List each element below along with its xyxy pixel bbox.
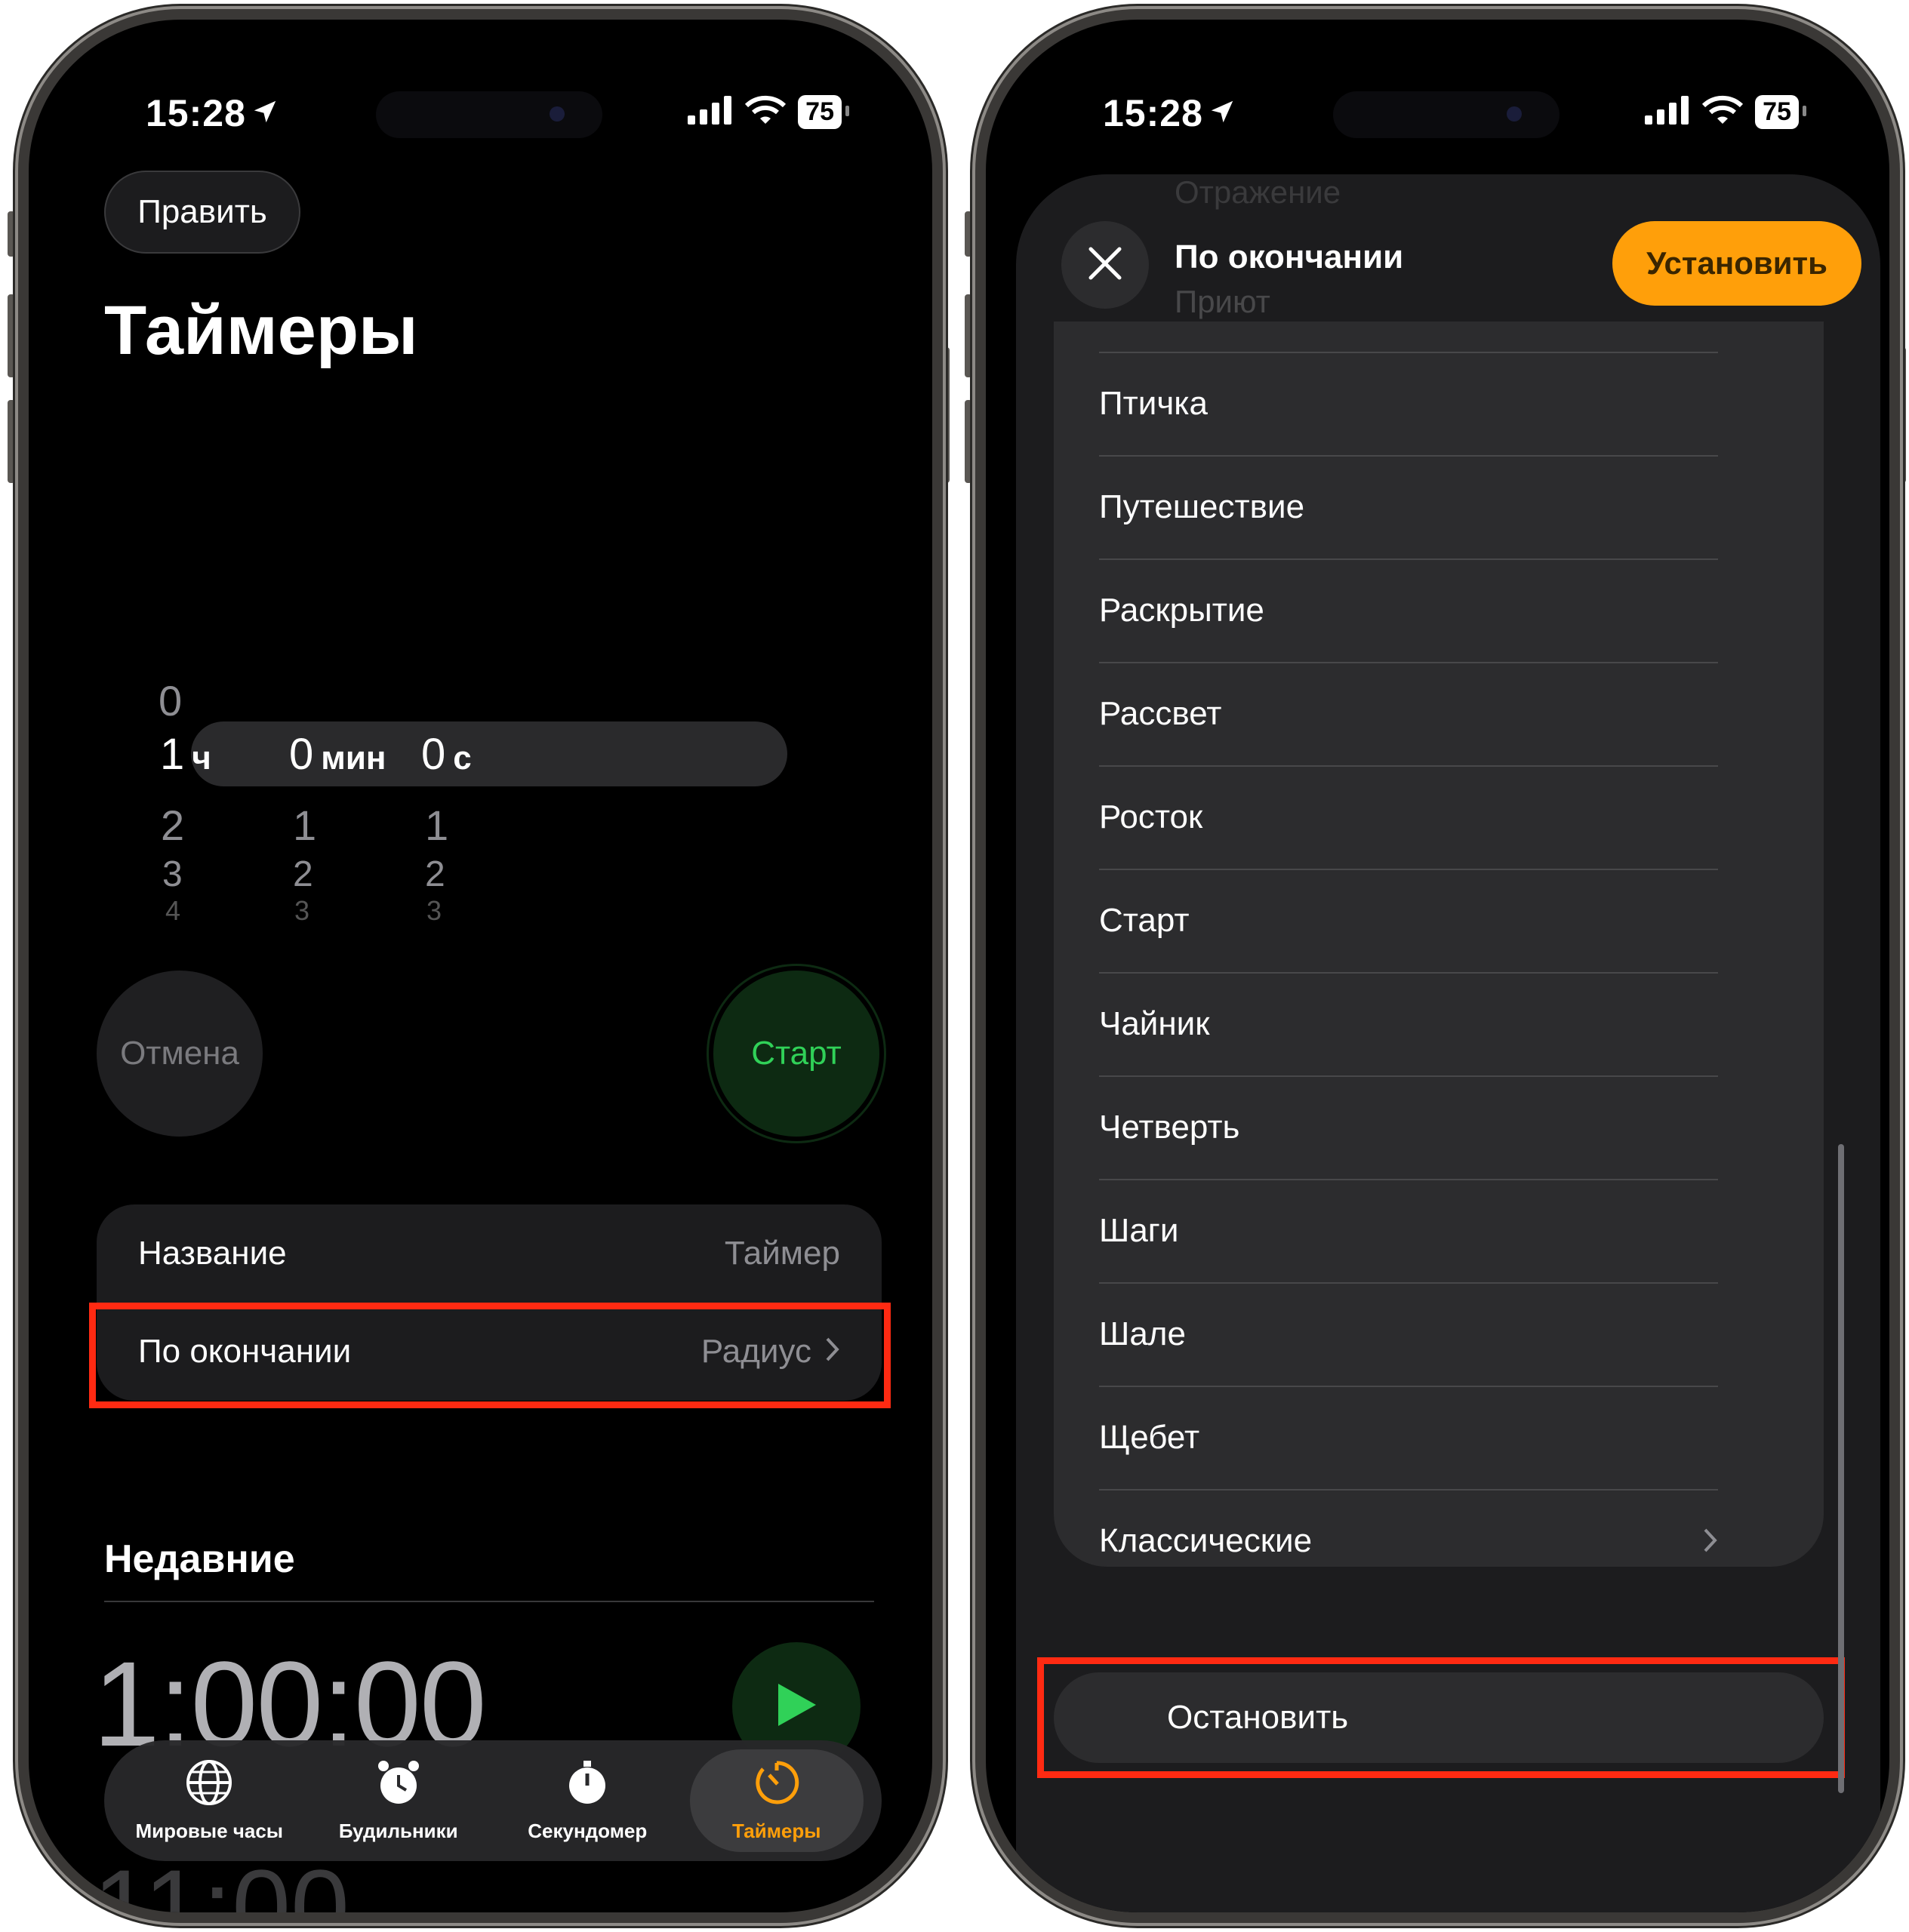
sound-item[interactable]: Щебет bbox=[1099, 1386, 1718, 1489]
sound-item[interactable]: Шаги bbox=[1099, 1179, 1718, 1282]
cancel-button[interactable]: Отмена bbox=[97, 971, 263, 1137]
tab-label: Будильники bbox=[338, 1820, 458, 1842]
status-time: 15:28 bbox=[146, 91, 279, 135]
tab-bar: Мировые часы Будильники Секундомер Тайме… bbox=[104, 1740, 882, 1861]
location-arrow-icon bbox=[1208, 91, 1236, 135]
page-title: Таймеры bbox=[104, 292, 418, 369]
sheet-header: По окончании Установить bbox=[1001, 212, 1889, 318]
time-picker-selection[interactable] bbox=[191, 721, 787, 786]
tab-stopwatch[interactable]: Секундомер bbox=[500, 1749, 674, 1852]
picker-hour-option: 4 bbox=[165, 895, 181, 926]
picker-second-option: 3 bbox=[426, 895, 442, 926]
sound-item[interactable]: Чайник bbox=[1099, 972, 1718, 1075]
status-time: 15:28 bbox=[1103, 91, 1236, 135]
sound-item[interactable]: Раскрытие bbox=[1099, 558, 1718, 662]
sound-item-label: Шале bbox=[1099, 1315, 1186, 1352]
picker-minutes[interactable]: 0 мин bbox=[289, 729, 386, 780]
recent-section-title: Недавние bbox=[104, 1537, 295, 1581]
location-arrow-icon bbox=[251, 91, 279, 135]
highlight-box bbox=[89, 1303, 891, 1408]
start-button[interactable]: Старт bbox=[713, 971, 879, 1137]
picker-minute-option: 1 bbox=[293, 801, 317, 849]
sound-item-label: Рассвет bbox=[1099, 694, 1222, 732]
phone-timers-screen: 15:28 75 Править Таймеры 0 1ч 0 мин 0с 2 … bbox=[18, 9, 943, 1923]
timer-name-label: Название bbox=[138, 1235, 287, 1272]
phone-sound-picker-screen: 15:28 75 Отражение Приют По окончании Ус… bbox=[975, 9, 1900, 1923]
sound-item-label: Старт bbox=[1099, 901, 1190, 939]
sound-item-label: Классические bbox=[1099, 1521, 1313, 1559]
globe-icon bbox=[185, 1758, 233, 1812]
picker-minute-option: 2 bbox=[293, 854, 313, 894]
picker-minute-option: 3 bbox=[294, 895, 310, 926]
timer-icon bbox=[753, 1758, 801, 1812]
set-button[interactable]: Установить bbox=[1612, 221, 1861, 306]
picker-seconds[interactable]: 0с bbox=[421, 729, 472, 780]
sound-item[interactable]: Старт bbox=[1099, 869, 1718, 972]
picker-hour-option: 3 bbox=[162, 854, 183, 894]
sheet-title: По окончании bbox=[1175, 238, 1404, 275]
tab-label: Таймеры bbox=[732, 1820, 821, 1842]
sound-item-label: Путешествие bbox=[1099, 488, 1305, 525]
highlight-box bbox=[1037, 1657, 1845, 1778]
tab-alarms[interactable]: Будильники bbox=[312, 1749, 485, 1852]
sound-item-label: Шаги bbox=[1099, 1211, 1179, 1249]
sound-item[interactable]: Росток bbox=[1099, 765, 1718, 869]
battery-indicator: 75 bbox=[798, 95, 849, 129]
sound-item[interactable]: Рассвет bbox=[1099, 662, 1718, 765]
signal-icon bbox=[688, 96, 733, 128]
status-icons: 75 bbox=[688, 95, 849, 129]
tab-label: Секундомер bbox=[528, 1820, 648, 1842]
edit-button[interactable]: Править bbox=[104, 171, 300, 254]
sound-item[interactable]: Птичка bbox=[1099, 352, 1718, 455]
sound-item-label: Раскрытие bbox=[1099, 591, 1264, 629]
tab-world-clock[interactable]: Мировые часы bbox=[122, 1749, 296, 1852]
timer-name-row[interactable]: Название Таймер bbox=[97, 1204, 882, 1303]
faded-sound-item: Отражение bbox=[1175, 174, 1341, 210]
sound-item-label: Четверть bbox=[1099, 1108, 1240, 1146]
tab-label: Мировые часы bbox=[135, 1820, 284, 1842]
sound-item[interactable]: Путешествие bbox=[1099, 455, 1718, 558]
sound-item-label: Птичка bbox=[1099, 384, 1208, 422]
close-button[interactable] bbox=[1061, 221, 1149, 309]
close-icon bbox=[1086, 245, 1124, 286]
sound-item-label: Чайник bbox=[1099, 1004, 1210, 1042]
classic-sounds-item[interactable]: Классические bbox=[1099, 1489, 1718, 1592]
wifi-icon bbox=[745, 95, 787, 129]
dynamic-island bbox=[1333, 91, 1560, 138]
wifi-icon bbox=[1702, 95, 1744, 129]
battery-indicator: 75 bbox=[1755, 95, 1806, 129]
status-icons: 75 bbox=[1645, 95, 1806, 129]
play-icon bbox=[774, 1681, 819, 1733]
sound-item-label: Щебет bbox=[1099, 1418, 1200, 1456]
scroll-indicator[interactable] bbox=[1838, 1144, 1844, 1793]
chevron-right-icon bbox=[1703, 1521, 1718, 1561]
picker-second-option: 1 bbox=[425, 801, 449, 849]
dynamic-island bbox=[376, 91, 602, 138]
stopwatch-icon bbox=[563, 1758, 611, 1812]
picker-hour-above: 0 bbox=[159, 677, 183, 724]
sound-item[interactable]: Четверть bbox=[1099, 1075, 1718, 1179]
sound-item-label: Росток bbox=[1099, 798, 1203, 835]
sound-item[interactable]: Шале bbox=[1099, 1282, 1718, 1386]
timer-name-value[interactable]: Таймер bbox=[725, 1235, 840, 1272]
tab-timers[interactable]: Таймеры bbox=[689, 1749, 864, 1852]
signal-icon bbox=[1645, 96, 1690, 128]
alarm-icon bbox=[374, 1758, 423, 1812]
picker-hours[interactable]: 1ч bbox=[160, 729, 211, 780]
picker-hour-option: 2 bbox=[161, 801, 185, 849]
picker-second-option: 2 bbox=[425, 854, 445, 894]
